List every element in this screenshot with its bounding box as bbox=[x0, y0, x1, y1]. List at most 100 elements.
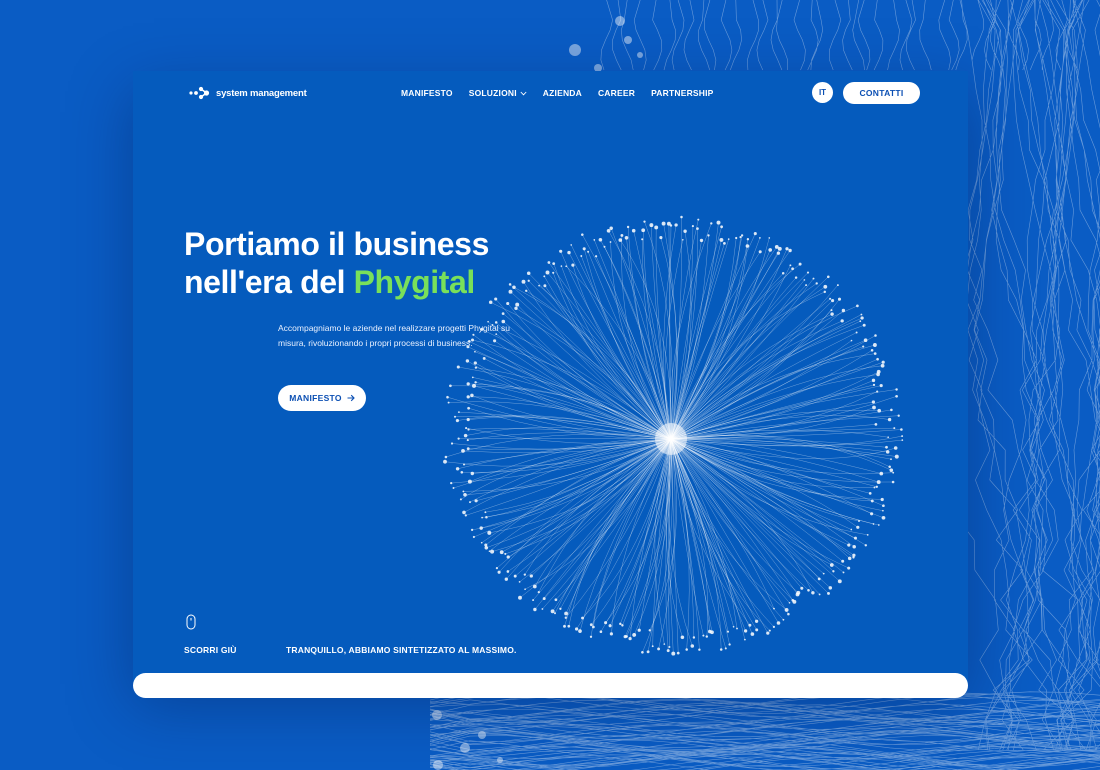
globe-dot bbox=[781, 272, 785, 275]
globe-dot bbox=[753, 232, 757, 236]
logo[interactable]: system management bbox=[189, 86, 307, 100]
globe-dot bbox=[589, 623, 593, 627]
globe-dot bbox=[871, 378, 876, 383]
globe-dot bbox=[484, 543, 488, 547]
globe-dot bbox=[696, 227, 699, 230]
globe-dot bbox=[880, 363, 885, 368]
scroll-down-label: SCORRI GIÙ bbox=[184, 645, 237, 655]
globe-dot bbox=[473, 361, 477, 365]
globe-dot bbox=[501, 312, 505, 315]
globe-dot bbox=[812, 277, 815, 280]
globe-dot bbox=[889, 468, 894, 472]
globe-dot bbox=[719, 648, 723, 651]
globe-dot bbox=[735, 236, 738, 240]
globe-dot bbox=[515, 302, 520, 307]
globe-dot bbox=[444, 455, 448, 459]
globe-dot bbox=[626, 225, 630, 229]
nav-item-manifesto[interactable]: MANIFESTO bbox=[401, 88, 453, 98]
globe-dot bbox=[863, 338, 868, 343]
globe-dot bbox=[464, 514, 467, 517]
globe-dot bbox=[581, 233, 584, 236]
globe-dot bbox=[466, 395, 470, 399]
contact-button[interactable]: CONTATTI bbox=[843, 82, 920, 104]
chevron-down-icon bbox=[520, 91, 527, 95]
nav-item-partnership[interactable]: PARTNERSHIP bbox=[651, 88, 714, 98]
globe-dot bbox=[758, 250, 762, 254]
manifesto-cta-button[interactable]: MANIFESTO bbox=[278, 385, 366, 411]
globe-dot bbox=[593, 239, 596, 241]
globe-dot bbox=[479, 526, 483, 530]
globe-dot bbox=[716, 220, 721, 225]
globe-dot bbox=[740, 234, 744, 237]
nav-item-azienda[interactable]: AZIENDA bbox=[543, 88, 582, 98]
globe-dot bbox=[818, 593, 821, 596]
globe-dot bbox=[603, 245, 606, 248]
globe-dot bbox=[893, 427, 896, 430]
globe-dot bbox=[768, 248, 773, 252]
globe-dot bbox=[870, 499, 874, 503]
globe-dot bbox=[609, 241, 612, 243]
globe-dot bbox=[506, 555, 510, 559]
globe-dot bbox=[518, 595, 522, 600]
globe-dot bbox=[455, 419, 459, 423]
nav-item-soluzioni[interactable]: SOLUZIONI bbox=[469, 88, 527, 98]
globe-dot bbox=[497, 570, 501, 574]
globe-dot bbox=[484, 511, 487, 514]
globe-dot bbox=[788, 248, 792, 253]
globe-dot bbox=[900, 428, 903, 431]
globe-dot bbox=[710, 222, 713, 225]
hero-title: Portiamo il business nell'era del Phygit… bbox=[184, 225, 544, 301]
globe-dot bbox=[621, 624, 624, 627]
globe-dot bbox=[856, 525, 860, 529]
globe-dot bbox=[881, 360, 885, 364]
hero-title-line2: nell'era del bbox=[184, 264, 354, 300]
background-dot bbox=[433, 760, 443, 770]
globe-dot bbox=[560, 265, 563, 267]
globe-dot bbox=[837, 297, 842, 301]
globe-dot bbox=[876, 372, 880, 377]
globe-dot bbox=[467, 406, 470, 410]
globe-dot bbox=[698, 648, 701, 651]
globe-dot bbox=[829, 563, 834, 567]
arrow-right-icon bbox=[347, 394, 355, 402]
globe-dot bbox=[784, 607, 789, 612]
globe-dot bbox=[850, 528, 853, 531]
globe-dot bbox=[847, 566, 851, 570]
globe-dot bbox=[892, 471, 895, 474]
globe-dot bbox=[872, 343, 877, 347]
globe-dot bbox=[681, 238, 684, 241]
globe-dot bbox=[811, 591, 815, 595]
globe-dot bbox=[680, 215, 683, 219]
globe-dot bbox=[727, 238, 730, 240]
globe-dot bbox=[847, 543, 851, 547]
globe-dot bbox=[470, 393, 474, 398]
globe-dot bbox=[759, 237, 761, 239]
globe-dot bbox=[879, 384, 883, 388]
globe-dot bbox=[791, 267, 794, 271]
language-button[interactable]: IT bbox=[812, 82, 833, 103]
globe-core bbox=[655, 423, 687, 455]
globe-dot bbox=[895, 394, 898, 398]
globe-dot bbox=[836, 284, 839, 287]
globe-dot bbox=[466, 447, 470, 451]
globe-dot bbox=[854, 536, 857, 540]
globe-dot bbox=[532, 599, 535, 602]
globe-dot bbox=[683, 229, 687, 233]
globe-dot bbox=[707, 234, 710, 237]
globe-dot bbox=[618, 238, 623, 242]
globe-dot bbox=[868, 492, 872, 495]
globe-dot bbox=[465, 427, 468, 430]
globe-dot bbox=[827, 275, 830, 279]
globe-dot bbox=[623, 634, 627, 639]
globe-dot bbox=[609, 632, 613, 636]
globe-dot bbox=[490, 549, 495, 554]
nav-item-career[interactable]: CAREER bbox=[598, 88, 635, 98]
globe-dot bbox=[474, 350, 476, 353]
globe-dot bbox=[707, 629, 712, 634]
globe-dot bbox=[806, 271, 810, 274]
globe-dot bbox=[887, 436, 890, 439]
globe-dot bbox=[890, 408, 893, 412]
globe-dot bbox=[668, 645, 671, 649]
globe-dot bbox=[663, 643, 666, 645]
globe-dot bbox=[471, 376, 474, 379]
